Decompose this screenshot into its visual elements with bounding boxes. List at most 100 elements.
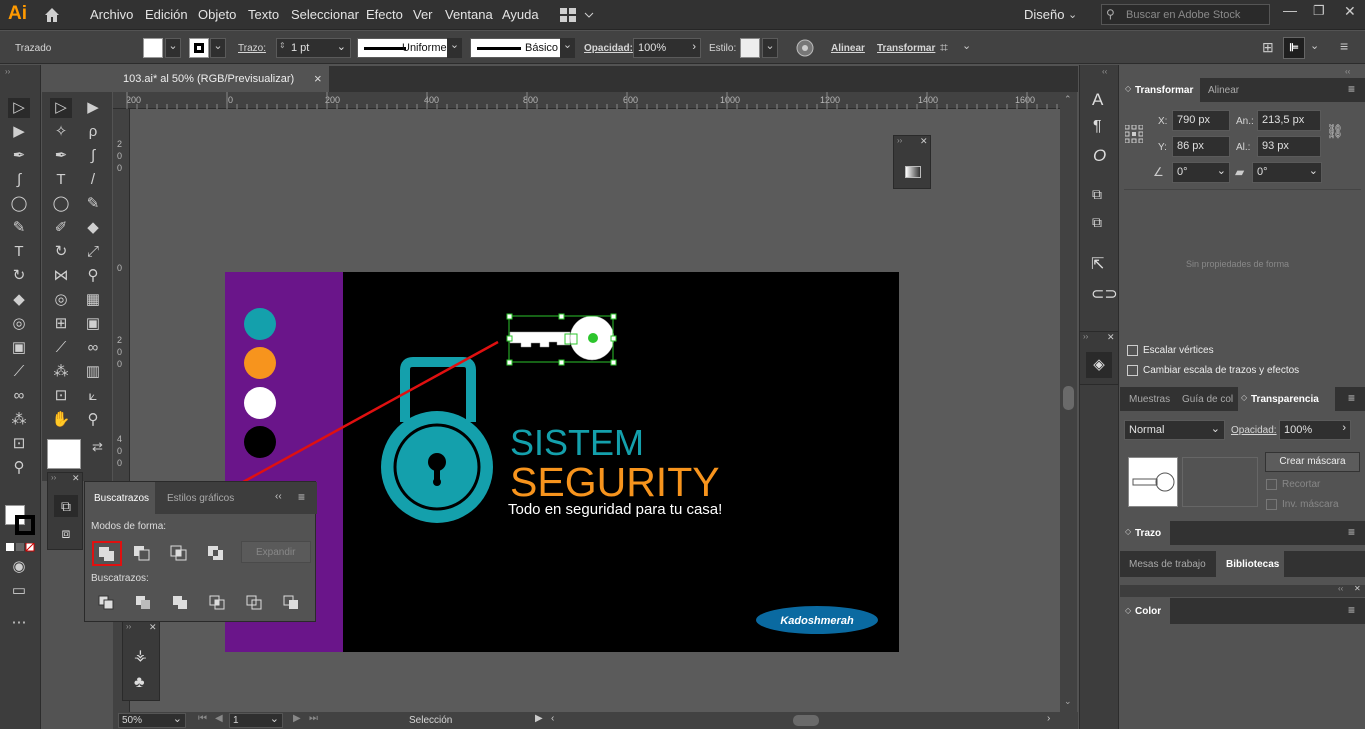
paintbrush-tool-icon[interactable]: ✎ xyxy=(8,218,30,238)
shaper-tool-icon[interactable]: ✐ xyxy=(50,218,72,238)
fill-dropdown[interactable]: ⌄ xyxy=(165,38,181,58)
chevron-down-icon[interactable]: ⌄ xyxy=(1064,696,1072,707)
export-panel-icon[interactable]: ⇱ xyxy=(1091,254,1104,274)
opacity-label[interactable]: Opacidad: xyxy=(584,43,633,54)
height-input[interactable]: 93 px xyxy=(1257,136,1321,157)
collapse-icon[interactable]: ›› xyxy=(1083,332,1088,341)
divide-button[interactable] xyxy=(97,594,117,612)
paragraph-styles-icon[interactable]: ⧉ xyxy=(1092,214,1102,231)
magic-wand-tool-icon[interactable]: ✧ xyxy=(50,122,72,142)
direct-selection-tool-icon[interactable]: ▶ xyxy=(8,122,30,142)
menu-seleccionar[interactable]: Seleccionar xyxy=(291,7,359,22)
chevron-down-icon[interactable]: ⌄ xyxy=(447,38,462,58)
pen-tool-icon[interactable]: ✒ xyxy=(8,146,30,166)
more-tools-icon[interactable]: ⋯ xyxy=(8,613,30,633)
scrollbar-thumb[interactable] xyxy=(1063,386,1074,410)
scale-tool-icon[interactable]: ⤢ xyxy=(82,242,104,262)
scale-corners-checkbox[interactable] xyxy=(1127,345,1138,356)
selection-tool-icon[interactable]: ▷ xyxy=(8,98,30,118)
next-artboard-button[interactable]: ▶ xyxy=(293,713,301,724)
minus-front-button[interactable] xyxy=(131,543,153,563)
slice-tool-icon[interactable]: ⟀ xyxy=(82,386,104,406)
arrange-documents-icon[interactable] xyxy=(560,8,594,22)
align-panel-icon[interactable]: ⧈ xyxy=(54,525,78,545)
style-swatch[interactable] xyxy=(740,38,760,58)
rotate-tool-icon[interactable]: ↻ xyxy=(8,266,30,286)
panel-menu-icon[interactable]: ≡ xyxy=(1348,603,1355,617)
stroke-swatch[interactable] xyxy=(189,38,209,58)
tab-color-guide[interactable]: Guía de col xyxy=(1182,394,1233,405)
close-window-button[interactable]: ✕ xyxy=(1344,3,1356,20)
exclude-button[interactable] xyxy=(205,543,227,563)
menu-objeto[interactable]: Objeto xyxy=(198,7,236,22)
puppet-warp-icon[interactable]: ⌗ xyxy=(940,39,948,56)
panel-menu-icon[interactable]: ≡ xyxy=(1348,82,1355,96)
make-mask-button[interactable]: Crear máscara xyxy=(1265,452,1360,472)
zoom-tool-icon[interactable]: ⚲ xyxy=(8,458,30,478)
pathfinder-panel-icon[interactable]: ⧉ xyxy=(54,495,78,517)
unite-button[interactable] xyxy=(92,541,122,566)
fill-swatch-large[interactable] xyxy=(47,439,81,469)
transparency-opacity-label[interactable]: Opacidad: xyxy=(1231,425,1277,436)
tab-transform[interactable]: Transformar ◇ xyxy=(1120,78,1200,102)
blend-tool-icon[interactable]: ∞ xyxy=(82,338,104,358)
panel-menu-icon[interactable]: ≡ xyxy=(298,490,305,504)
menu-archivo[interactable]: Archivo xyxy=(90,7,133,22)
shape-builder-tool-icon[interactable]: ◎ xyxy=(8,314,30,334)
character-styles-icon[interactable]: ⧉ xyxy=(1092,186,1102,203)
width-input[interactable]: 213,5 px xyxy=(1257,110,1321,131)
chevron-down-icon[interactable]: ⌄ xyxy=(1309,164,1318,177)
menu-edicion[interactable]: Edición xyxy=(145,7,188,22)
perspective-grid-tool-icon[interactable]: ▦ xyxy=(82,290,104,310)
column-graph-tool-icon[interactable]: ▥ xyxy=(82,362,104,382)
invert-mask-checkbox[interactable] xyxy=(1266,499,1277,510)
close-icon[interactable]: ✕ xyxy=(149,622,157,633)
expand-button[interactable]: Expandir xyxy=(241,541,311,563)
collapse-icon[interactable]: ›› xyxy=(5,67,10,76)
chevron-down-icon[interactable]: ⌄ xyxy=(337,40,346,53)
crop-button[interactable] xyxy=(208,594,228,612)
gradient-panel-icon[interactable] xyxy=(905,166,921,178)
rotate-tool-icon[interactable]: ↻ xyxy=(50,242,72,262)
gradient-tool-icon[interactable]: ▣ xyxy=(82,314,104,334)
character-panel-icon[interactable]: A xyxy=(1092,90,1103,110)
screen-mode-icon[interactable]: ▭ xyxy=(8,581,30,601)
tab-swatches[interactable]: Muestras xyxy=(1129,394,1170,405)
chevron-down-icon[interactable]: ⌄ xyxy=(1310,39,1319,52)
links-panel-icon[interactable]: ⊂⊃ xyxy=(1091,284,1118,304)
selection-tool-icon[interactable]: ▷ xyxy=(50,98,72,118)
horizontal-scrollbar-thumb[interactable] xyxy=(793,715,819,726)
transparency-opacity-input[interactable]: 100% › xyxy=(1279,420,1351,440)
tab-transparency[interactable]: Transparencia ◇ xyxy=(1238,387,1335,411)
curvature-tool-icon[interactable]: ∫ xyxy=(82,146,104,166)
vertical-scrollbar[interactable]: ⌃ ⌄ xyxy=(1060,92,1077,712)
panel-menu-toggle[interactable]: ⊫ xyxy=(1283,37,1305,59)
eyedropper-tool-icon[interactable]: ⟋ xyxy=(8,362,30,382)
width-tool-icon[interactable]: ⋈ xyxy=(50,266,72,286)
stroke-dropdown[interactable]: ⌄ xyxy=(210,38,226,58)
tab-libraries[interactable]: Bibliotecas xyxy=(1216,551,1284,577)
scale-strokes-checkbox[interactable] xyxy=(1127,365,1138,376)
last-artboard-button[interactable]: ⏭ xyxy=(309,713,318,724)
stock-search[interactable]: ⚲ Buscar en Adobe Stock xyxy=(1101,4,1270,25)
restore-window-button[interactable]: ❐ xyxy=(1313,3,1325,19)
type-tool-icon[interactable]: T xyxy=(8,242,30,262)
opentype-panel-icon[interactable]: O xyxy=(1093,146,1106,166)
collapse-icon[interactable]: ‹‹ xyxy=(1102,67,1107,76)
chevron-down-icon[interactable]: ⌄ xyxy=(962,39,971,52)
puppet-icon[interactable]: ⚶ xyxy=(134,646,147,664)
artboard-number-select[interactable]: 1 ⌄ xyxy=(229,713,283,728)
collapse-icon[interactable]: ›› xyxy=(126,622,131,631)
hand-tool-icon[interactable]: ✋ xyxy=(50,410,72,430)
fill-stroke-widget[interactable] xyxy=(5,505,35,535)
collapse-icon[interactable]: ‹‹ xyxy=(1345,67,1350,76)
color-panel-header[interactable]: ◇ Color ≡ xyxy=(1120,598,1365,624)
chevron-down-icon[interactable]: ⌄ xyxy=(560,38,575,58)
tab-pathfinder[interactable]: Buscatrazos xyxy=(85,482,155,514)
chevron-down-icon[interactable]: ⌄ xyxy=(1217,164,1226,177)
menu-ventana[interactable]: Ventana xyxy=(445,7,493,22)
fill-swatch[interactable] xyxy=(143,38,163,58)
stroke-label[interactable]: Trazo: xyxy=(238,43,266,54)
line-tool-icon[interactable]: / xyxy=(82,170,104,190)
trim-button[interactable] xyxy=(134,594,154,612)
